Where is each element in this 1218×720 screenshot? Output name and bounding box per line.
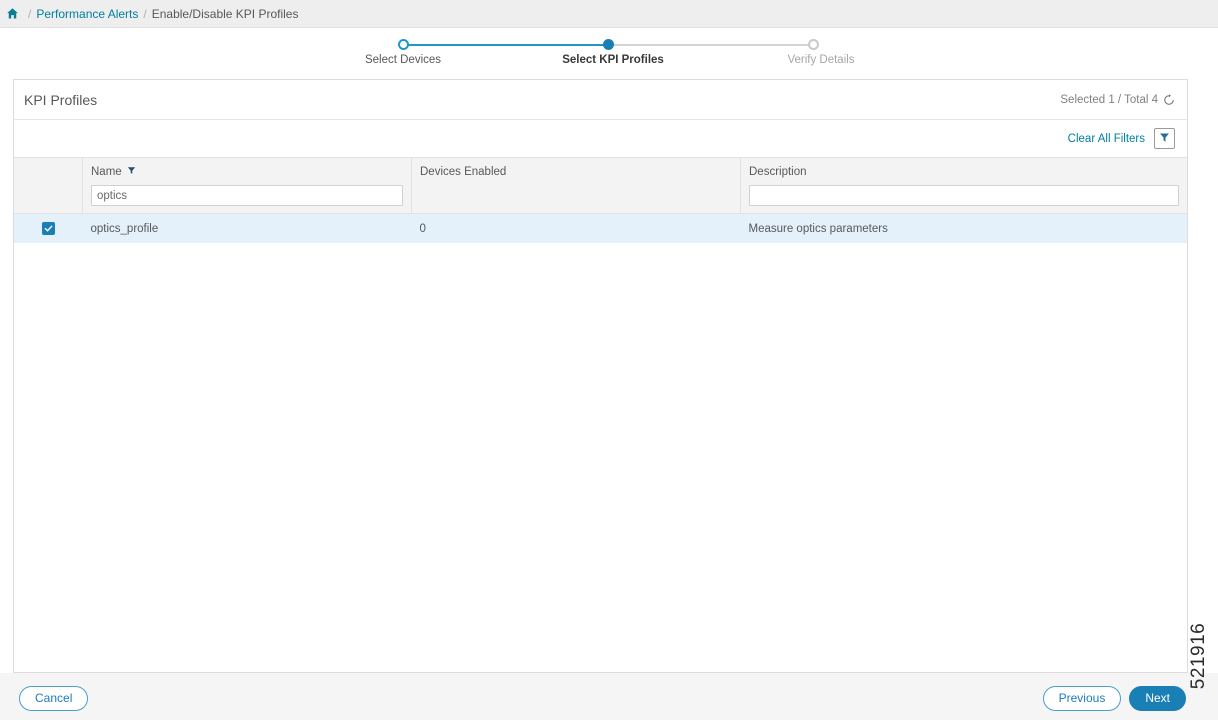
column-header-name[interactable]: Name [82,157,412,214]
name-filter-active-icon [127,166,136,178]
column-header-description[interactable]: Description [740,157,1187,214]
table-row[interactable]: optics_profile 0 Measure optics paramete… [14,213,1187,243]
step-connector-2 [608,44,813,46]
filter-toggle-button[interactable] [1154,128,1175,149]
wizard-stepper: Select Devices Select KPI Profiles Verif… [0,28,1218,78]
column-header-select [14,157,83,214]
step-dot-select-devices[interactable] [398,39,409,50]
previous-button[interactable]: Previous [1042,686,1122,711]
refresh-icon[interactable] [1163,93,1175,106]
table-header-row: Name Devices Enabled Description [14,157,1187,214]
home-icon[interactable] [5,7,19,21]
column-label-name: Name [91,165,122,178]
step-dot-select-kpi-profiles[interactable] [603,39,614,50]
breadcrumb-separator-1: / [28,6,32,21]
cell-devices-enabled: 0 [411,213,741,243]
footer-actions: Previous Next [1042,686,1186,711]
step-connector-1 [403,44,608,46]
breadcrumb: / Performance Alerts / Enable/Disable KP… [0,0,1218,28]
step-label-verify-details[interactable]: Verify Details [787,54,854,66]
column-label-devices-enabled: Devices Enabled [420,165,507,178]
clear-all-filters-button[interactable]: Clear All Filters [1068,133,1145,145]
next-button[interactable]: Next [1129,686,1186,711]
column-label-select [22,164,74,179]
step-dot-verify-details[interactable] [808,39,819,50]
step-label-select-devices[interactable]: Select Devices [365,54,441,66]
name-filter-input[interactable] [91,185,403,206]
selection-count: Selected 1 / Total 4 [1060,94,1175,106]
description-filter-input[interactable] [749,185,1179,206]
breadcrumb-separator-2: / [143,6,147,21]
column-label-description: Description [749,165,807,178]
breadcrumb-current-page: Enable/Disable KPI Profiles [151,6,299,21]
cell-name: optics_profile [82,213,412,243]
panel-header: KPI Profiles Selected 1 / Total 4 [14,80,1187,120]
column-label-name-wrap: Name [91,164,403,179]
kpi-profiles-panel: KPI Profiles Selected 1 / Total 4 Clear … [13,79,1188,673]
wizard-footer: Cancel Previous Next [0,673,1218,720]
column-header-devices-enabled[interactable]: Devices Enabled [411,157,741,214]
kpi-profiles-table: Name Devices Enabled Description [14,157,1187,243]
step-label-select-kpi-profiles[interactable]: Select KPI Profiles [562,54,664,66]
cancel-button[interactable]: Cancel [19,686,89,711]
row-checkbox[interactable] [41,222,55,235]
row-select-cell[interactable] [14,213,83,243]
filter-toolbar: Clear All Filters [14,120,1187,157]
selection-count-label: Selected 1 / Total 4 [1060,93,1158,106]
filter-funnel-icon [1159,132,1170,146]
document-id-watermark: 521916 [1187,622,1209,690]
breadcrumb-link-performance-alerts[interactable]: Performance Alerts [36,7,138,21]
page-title: KPI Profiles [24,91,98,108]
table-header: Name Devices Enabled Description [14,157,1187,214]
cell-description: Measure optics parameters [740,213,1187,243]
table-body: optics_profile 0 Measure optics paramete… [14,213,1187,243]
